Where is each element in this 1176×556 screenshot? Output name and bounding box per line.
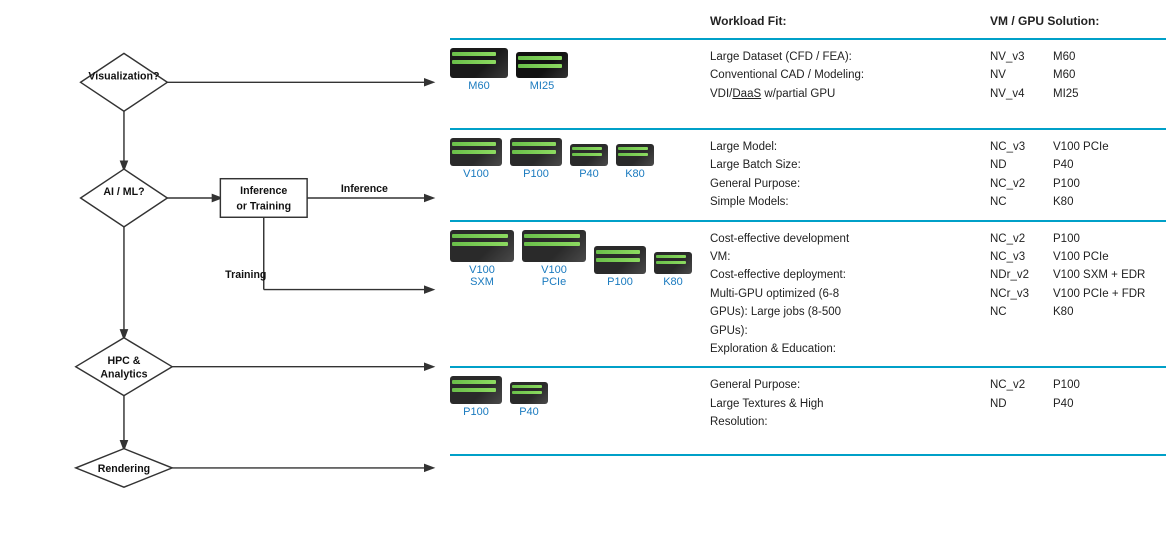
gpu-v100pcie-label: V100PCIe [541,264,567,288]
gpu-v100-image [450,138,502,166]
gpu-p40-label: P40 [579,168,599,180]
gpu-p100-label: P100 [523,168,549,180]
flow-diagram: Visualization? AI / ML? Inference or Tra… [10,10,450,546]
gpu-m60-image [450,48,508,78]
gpu-p40-image [570,144,608,166]
gpu-m60: M60 [450,48,508,92]
gpu-p40r-image [510,382,548,404]
vm-line: NC_v2P100 [990,376,1166,394]
vm-inference: NC_v3V100 PCIe NDP40 NC_v2P100 NCK80 [990,138,1166,212]
workload-training: Cost-effective development VM: Cost-effe… [710,230,990,359]
workload-line: GPUs): [710,322,980,340]
page: Visualization? AI / ML? Inference or Tra… [0,0,1176,556]
gpu-cards-training: V100SXM V100PCIe P100 K80 [450,230,710,288]
gpu-k80t-image [654,252,692,274]
vm-line: NC_v3V100 PCIe [990,138,1166,156]
gpu-k80t-label: K80 [663,276,683,288]
vm-line: NDP40 [990,395,1166,413]
visualization-label: Visualization? [88,70,159,82]
gpu-mi25: MI25 [516,52,568,92]
gpu-p100r-label: P100 [463,406,489,418]
gpu-k80: K80 [616,144,654,180]
vm-line: NDP40 [990,156,1166,174]
workload-line: Resolution: [710,413,980,431]
workload-line: General Purpose: [710,376,980,394]
gpu-p100: P100 [510,138,562,180]
gpu-m60-label: M60 [468,80,489,92]
rendering-label: Rendering [98,463,150,475]
inference-arrow-label: Inference [341,183,388,195]
workload-header: Workload Fit: [710,14,990,28]
workload-inference: Large Model: Large Batch Size: General P… [710,138,990,212]
workload-line: Cost-effective development [710,230,980,248]
workload-line: GPUs): Large jobs (8-500 [710,303,980,321]
vm-line: NV_v3M60 [990,48,1166,66]
section-rendering: P100 P40 General Purpose: Large Textures… [450,366,1166,456]
vm-header: VM / GPU Solution: [990,14,1166,28]
vm-rendering: NC_v2P100 NDP40 [990,376,1166,413]
workload-line: VDI/DaaS w/partial GPU [710,85,980,103]
workload-line: Large Batch Size: [710,156,980,174]
section-visualization: M60 MI25 Large Dataset (CFD / FEA): Conv… [450,38,1166,128]
vm-line: NCr_v3V100 PCIe + FDR [990,285,1166,303]
gpu-p40: P40 [570,144,608,180]
workload-line: Cost-effective deployment: [710,266,980,284]
gpu-p100r-image [450,376,502,404]
svg-text:Analytics: Analytics [100,368,147,380]
workload-line: Conventional CAD / Modeling: [710,66,980,84]
header-row: Workload Fit: VM / GPU Solution: [450,10,1166,34]
inference-or-training-label: Inference [240,185,287,197]
right-content: Workload Fit: VM / GPU Solution: M60 MI2… [450,10,1166,546]
gpu-p100t-label: P100 [607,276,633,288]
gpu-p100-rendering: P100 [450,376,502,418]
ai-ml-label: AI / ML? [103,186,144,198]
vm-line: NV_v4MI25 [990,85,1166,103]
gpu-cards-visualization: M60 MI25 [450,48,710,92]
gpu-k80-image [616,144,654,166]
section-inference: V100 P100 P40 K80 Large Model: Large Bat… [450,128,1166,220]
section-training: V100SXM V100PCIe P100 K80 Cost-effective… [450,220,1166,367]
vm-line: NVM60 [990,66,1166,84]
gpu-p40r-label: P40 [519,406,539,418]
vm-line: NDr_v2V100 SXM + EDR [990,266,1166,284]
gpu-p100-image [510,138,562,166]
workload-rendering: General Purpose: Large Textures & High R… [710,376,990,431]
workload-line: General Purpose: [710,175,980,193]
workload-line: Large Model: [710,138,980,156]
gpu-v100-pcie: V100 [450,138,502,180]
gpu-p40-rendering: P40 [510,382,548,418]
workload-line: Large Textures & High [710,395,980,413]
vm-visualization: NV_v3M60 NVM60 NV_v4MI25 [990,48,1166,103]
gpu-v100-label: V100 [463,168,489,180]
workload-line: Multi-GPU optimized (6-8 [710,285,980,303]
vm-training: NC_v2P100 NC_v3V100 PCIe NDr_v2V100 SXM … [990,230,1166,322]
gpu-p100t-image [594,246,646,274]
vm-line: NCK80 [990,193,1166,211]
vm-line: NC_v2P100 [990,230,1166,248]
workload-line: Simple Models: [710,193,980,211]
training-arrow-label: Training [225,269,266,281]
vm-line: NCK80 [990,303,1166,321]
gpu-p100-training: P100 [594,246,646,288]
gpu-mi25-image [516,52,568,78]
gpu-k80-label: K80 [625,168,645,180]
workload-visualization: Large Dataset (CFD / FEA): Conventional … [710,48,990,103]
gpu-cards-inference: V100 P100 P40 K80 [450,138,710,180]
svg-text:or Training: or Training [236,201,291,213]
vm-line: NC_v2P100 [990,175,1166,193]
gpu-v100-sxm: V100SXM [450,230,514,288]
hpc-label: HPC & [107,355,140,367]
workload-line: Large Dataset (CFD / FEA): [710,48,980,66]
gpu-k80-training: K80 [654,252,692,288]
workload-line: Exploration & Education: [710,340,980,358]
gpu-v100sxm-label: V100SXM [469,264,495,288]
gpu-v100-pcie2: V100PCIe [522,230,586,288]
gpu-cards-rendering: P100 P40 [450,376,710,418]
vm-line: NC_v3V100 PCIe [990,248,1166,266]
gpu-mi25-label: MI25 [530,80,554,92]
workload-line: VM: [710,248,980,266]
gpu-v100sxm-image [450,230,514,262]
gpu-v100pcie-image [522,230,586,262]
